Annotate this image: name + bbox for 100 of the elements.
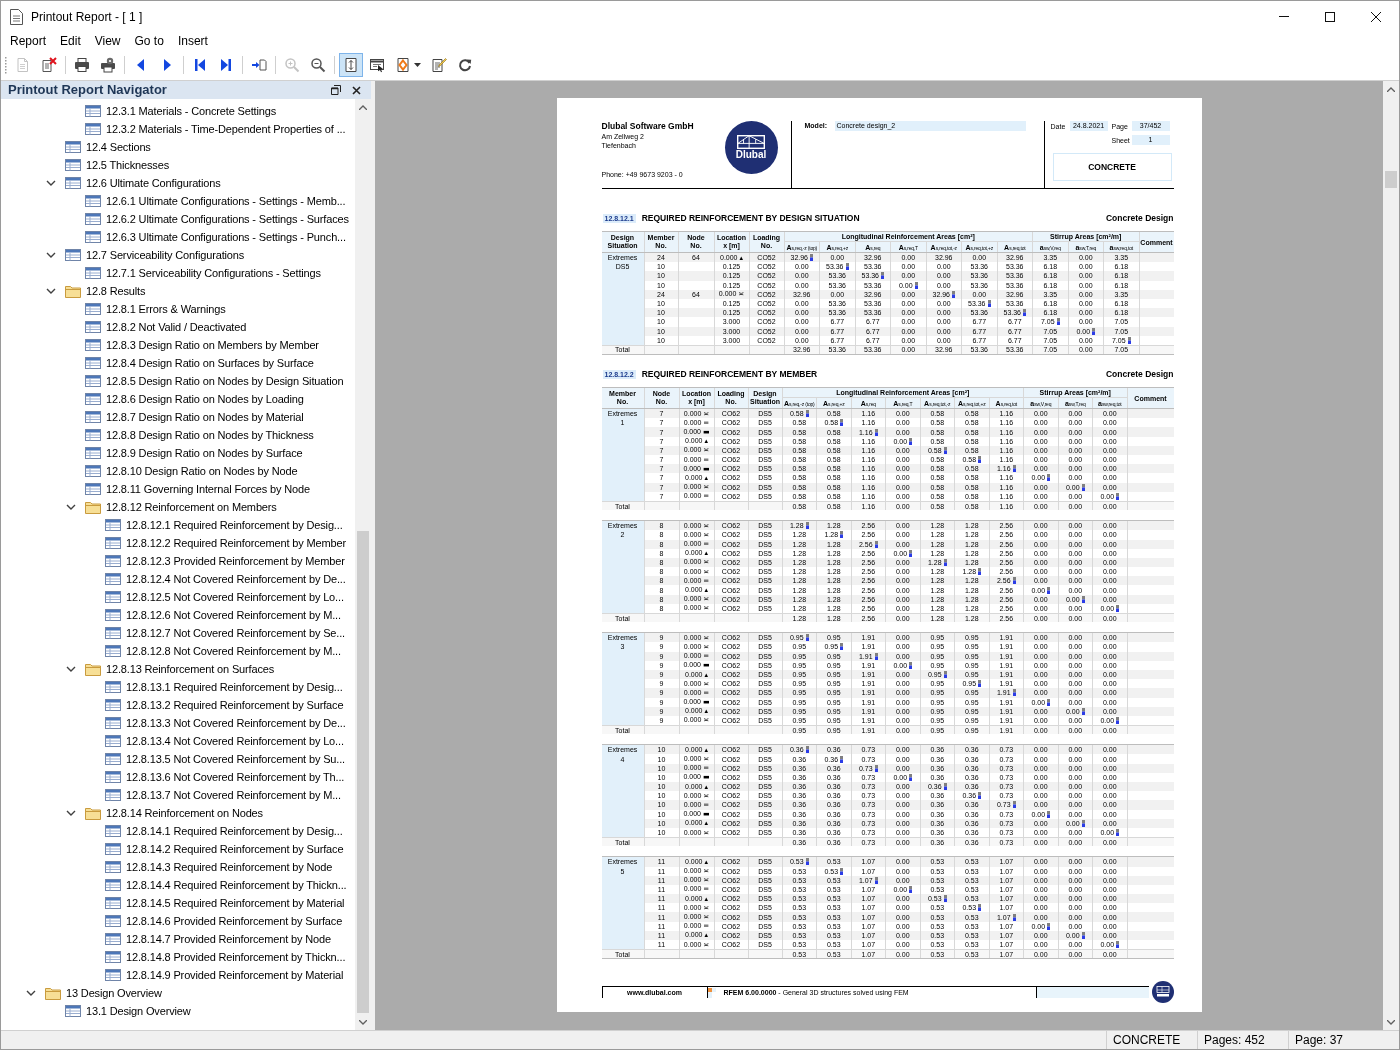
tree-item[interactable]: 12.7.1 Serviceability Configurations - Settings xyxy=(85,265,321,281)
tree-item[interactable]: 12.8.14 Reinforcement on Nodes xyxy=(85,805,263,821)
table-icon xyxy=(105,609,121,621)
tree-item[interactable]: 12.8.14.5 Required Reinforcement by Material xyxy=(105,895,345,911)
tree-item[interactable]: 13.1 Design Overview xyxy=(65,1003,191,1019)
folder-icon xyxy=(85,500,101,514)
tree-item[interactable]: 12.5 Thicknesses xyxy=(65,157,169,173)
tree-item[interactable]: 12.8.5 Design Ratio on Nodes by Design Situation xyxy=(85,373,344,389)
restore-icon xyxy=(331,85,341,95)
tree-item[interactable]: 12.8.12.2 Required Reinforcement by Member xyxy=(105,535,346,551)
table-icon xyxy=(85,357,101,369)
section-title: REQUIRED REINFORCEMENT BY MEMBER xyxy=(641,367,818,381)
page-arrows-icon xyxy=(343,56,359,73)
tree-item[interactable]: 12.8.14.3 Required Reinforcement by Node xyxy=(105,859,333,875)
chevron-down-icon[interactable] xyxy=(66,502,76,512)
chevron-down-icon[interactable] xyxy=(66,808,76,818)
chevron-down-icon[interactable] xyxy=(46,286,56,296)
menu-item[interactable]: View xyxy=(87,33,128,50)
tree-item[interactable]: 12.8.12.5 Not Covered Reinforcement by Lo... xyxy=(105,589,344,605)
table-icon xyxy=(105,519,121,531)
chevron-down-icon[interactable] xyxy=(66,664,76,674)
tree-item[interactable]: 12.8.3 Design Ratio on Members by Member xyxy=(85,337,319,353)
arrow-up-icon[interactable] xyxy=(359,104,367,110)
maximize-icon xyxy=(1325,11,1335,22)
tree-item[interactable]: 12.8.9 Design Ratio on Nodes by Surface xyxy=(85,445,303,461)
arrow-up-icon[interactable] xyxy=(1387,86,1395,92)
tree-item[interactable]: 12.8.12.4 Not Covered Reinforcement by De... xyxy=(105,571,346,587)
table-icon xyxy=(85,321,101,333)
scrollbar-thumb[interactable] xyxy=(1385,171,1397,188)
tree-item[interactable]: 12.8.2 Not Valid / Deactivated xyxy=(85,319,247,335)
menu-item[interactable]: Report xyxy=(3,33,54,50)
tree-item[interactable]: 12.8.11 Governing Internal Forces by Node xyxy=(85,481,310,497)
menu-item[interactable]: Insert xyxy=(170,33,215,50)
tree-item[interactable]: 12.8.13.6 Not Covered Reinforcement by Th... xyxy=(105,769,345,785)
table-icon xyxy=(105,699,121,711)
tree-item[interactable]: 12.8.10 Design Ratio on Nodes by Node xyxy=(85,463,298,479)
table-icon xyxy=(105,951,121,963)
table-icon xyxy=(105,933,121,945)
tree-item[interactable]: 12.6.2 Ultimate Configurations - Settings - Surfaces xyxy=(85,211,349,227)
tree-item[interactable]: 12.8.4 Design Ratio on Surfaces by Surface xyxy=(85,355,314,371)
fit-page-button[interactable] xyxy=(339,52,363,77)
tree-item[interactable]: 12.8.13.3 Not Covered Reinforcement by De... xyxy=(105,715,346,731)
table-icon xyxy=(85,447,101,459)
tree-item[interactable]: 12.3.1 Materials - Concrete Settings xyxy=(85,103,277,119)
tree-item[interactable]: 12.8.14.2 Required Reinforcement by Surface xyxy=(105,841,344,857)
tree-item[interactable]: 12.8.13.5 Not Covered Reinforcement by Su... xyxy=(105,751,346,767)
tree-item[interactable]: 12.7 Serviceability Configurations xyxy=(65,247,245,263)
tree-item[interactable]: 12.6 Ultimate Configurations xyxy=(65,175,221,191)
arrow-down-icon[interactable] xyxy=(359,1019,367,1025)
squares-icon xyxy=(707,987,716,998)
tree-item[interactable]: 12.8.1 Errors & Warnings xyxy=(85,301,226,317)
tree-item[interactable]: 12.8.14.8 Provided Reinforcement by Thickn... xyxy=(105,949,346,965)
tree-item[interactable]: 12.8.7 Design Ratio on Nodes by Material xyxy=(85,409,304,425)
table-icon xyxy=(85,123,101,135)
tree-item[interactable]: 12.8.14.6 Provided Reinforcement by Surface xyxy=(105,913,343,929)
tree-item[interactable]: 12.8.12.3 Provided Reinforcement by Member xyxy=(105,553,345,569)
tree-item[interactable]: 12.8.13.2 Required Reinforcement by Surface xyxy=(105,697,344,713)
tree-item[interactable]: 12.8.12.6 Not Covered Reinforcement by M... xyxy=(105,607,341,623)
folder-icon xyxy=(85,806,101,820)
status-text: CONCRETE xyxy=(1113,1032,1181,1049)
menu-item[interactable]: Edit xyxy=(53,33,88,50)
company-name: Dlubal Software GmbH xyxy=(601,121,695,132)
float-button[interactable] xyxy=(329,83,343,97)
tree-item[interactable]: 12.8.14.7 Provided Reinforcement by Node xyxy=(105,931,331,947)
tree-item[interactable]: 12.8.14.1 Required Reinforcement by Desig... xyxy=(105,823,343,839)
tree-item[interactable]: 12.8.6 Design Ratio on Nodes by Loading xyxy=(85,391,304,407)
chevron-down-icon[interactable] xyxy=(46,178,56,188)
tree-item[interactable]: 13 Design Overview xyxy=(45,985,162,1001)
table-icon xyxy=(105,753,121,765)
folder-icon xyxy=(85,662,101,676)
tree-item[interactable]: 12.8 Results xyxy=(65,283,146,299)
tree-item[interactable]: 12.6.3 Ultimate Configurations - Settings - Punch... xyxy=(85,229,346,245)
chevron-down-icon[interactable] xyxy=(26,988,36,998)
tree-item[interactable]: 12.8.13.1 Required Reinforcement by Desig... xyxy=(105,679,343,695)
menu-item[interactable]: Go to xyxy=(127,33,171,50)
tree-item[interactable]: 12.8.14.4 Required Reinforcement by Thickn... xyxy=(105,877,347,893)
window-cursor-icon xyxy=(369,56,385,73)
tree-item[interactable]: 12.8.12.8 Not Covered Reinforcement by M... xyxy=(105,643,341,659)
chevron-down-icon[interactable] xyxy=(46,250,56,260)
tree-item[interactable]: 12.8.8 Design Ratio on Nodes by Thickness xyxy=(85,427,314,443)
tree-item[interactable]: 12.8.14.9 Provided Reinforcement by Material xyxy=(105,967,344,983)
tree-item[interactable]: 12.8.13 Reinforcement on Surfaces xyxy=(85,661,275,677)
section-title: REQUIRED REINFORCEMENT BY DESIGN SITUATION xyxy=(641,211,860,225)
scrollbar[interactable] xyxy=(1383,81,1399,1030)
panel-close-button[interactable] xyxy=(349,83,363,97)
tree-item[interactable]: 12.8.13.4 Not Covered Reinforcement by Lo... xyxy=(105,733,344,749)
tree-item[interactable]: 12.8.12 Reinforcement on Members xyxy=(85,499,277,515)
tree-item[interactable]: 12.8.13.7 Not Covered Reinforcement by M... xyxy=(105,787,341,803)
tree-item[interactable]: 12.8.12.1 Required Reinforcement by Desig... xyxy=(105,517,343,533)
arrow-down-icon[interactable] xyxy=(1387,1019,1395,1025)
scrollbar[interactable] xyxy=(355,99,371,1030)
grip-icon[interactable] xyxy=(4,55,8,74)
tree-item[interactable]: 12.8.12.7 Not Covered Reinforcement by Se... xyxy=(105,625,346,641)
table-icon xyxy=(85,303,101,315)
logo-text: Dlubal xyxy=(735,148,767,161)
tree-item[interactable]: 12.3.2 Materials - Time-Dependent Properties of ... xyxy=(85,121,346,137)
scrollbar-thumb[interactable] xyxy=(357,531,369,1013)
document-x-icon xyxy=(41,56,57,73)
tree-item[interactable]: 12.6.1 Ultimate Configurations - Settings - Memb... xyxy=(85,193,346,209)
tree-item[interactable]: 12.4 Sections xyxy=(65,139,151,155)
